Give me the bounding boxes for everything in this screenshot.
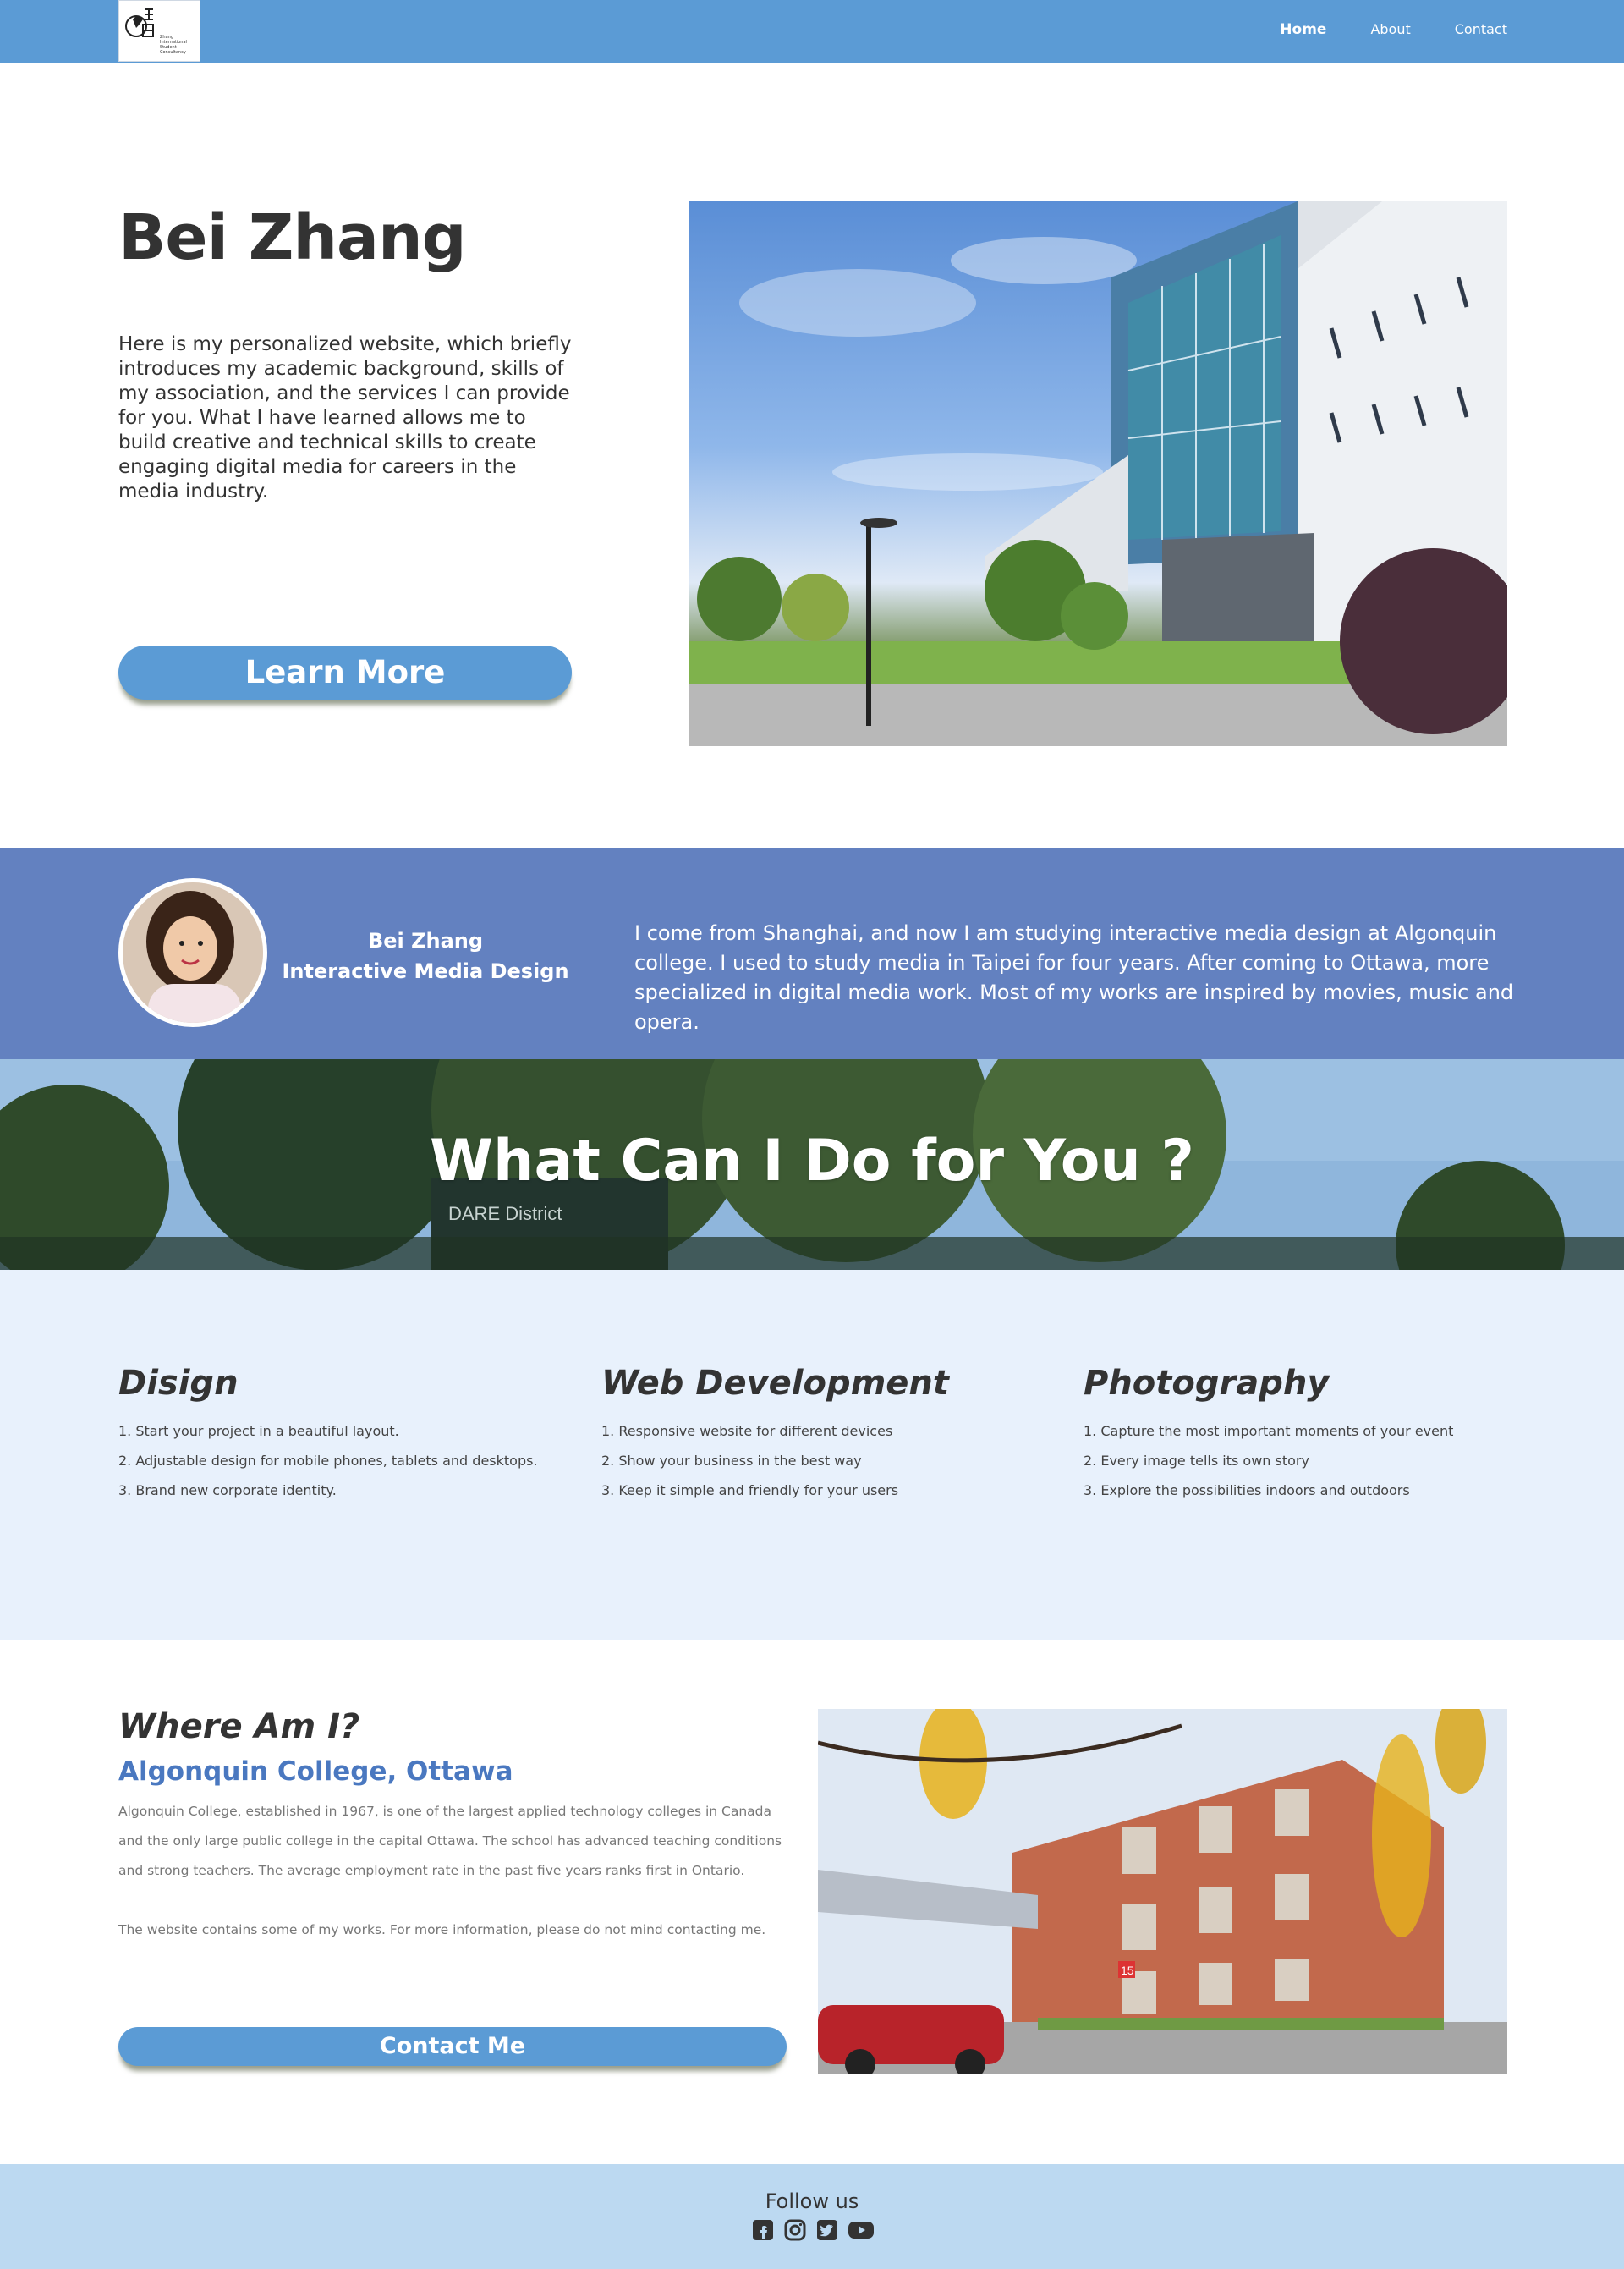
service-title: Web Development xyxy=(601,1364,950,1403)
college-campus-photo: 15 xyxy=(818,1709,1507,2074)
service-item: 2. Adjustable design for mobile phones, … xyxy=(118,1453,538,1469)
hero-college-photo xyxy=(689,201,1507,746)
profile-name: Bei Zhang xyxy=(367,929,484,953)
hero-description: Here is my personalized website, which b… xyxy=(118,333,572,503)
banner-title: What Can I Do for You ? xyxy=(430,1128,1194,1195)
service-item: 2. Show your business in the best way xyxy=(601,1453,862,1469)
logo-mark-icon xyxy=(125,8,154,37)
logo-text: Zhang International Student Consultancy xyxy=(160,35,187,55)
follow-us-label: Follow us xyxy=(765,2189,859,2213)
where-paragraph-2: The website contains some of my works. F… xyxy=(118,1922,766,1937)
site-logo[interactable]: Zhang International Student Consultancy xyxy=(118,0,200,62)
service-item: 3. Explore the possibilities indoors and… xyxy=(1084,1482,1410,1498)
where-description: Algonquin College, established in 1967, … xyxy=(118,1797,787,1945)
youtube-icon[interactable] xyxy=(848,2218,874,2242)
hero-title: Bei Zhang xyxy=(118,201,467,274)
service-design: Disign 1. Start your project in a beauti… xyxy=(118,1364,575,1505)
twitter-icon[interactable] xyxy=(815,2218,839,2242)
instagram-icon[interactable] xyxy=(783,2218,807,2242)
nav-contact-link[interactable]: Contact xyxy=(1455,21,1507,38)
building-number: 15 xyxy=(1121,1964,1134,1977)
where-paragraph-1: Algonquin College, established in 1967, … xyxy=(118,1804,782,1878)
profile-bio: I come from Shanghai, and now I am study… xyxy=(634,921,1514,1034)
service-item: 2. Every image tells its own story xyxy=(1084,1453,1309,1469)
service-item: 1. Capture the most important moments of… xyxy=(1084,1423,1454,1439)
nav-about-link[interactable]: About xyxy=(1370,21,1410,38)
service-title: Disign xyxy=(118,1364,239,1403)
service-item: 1. Responsive website for different devi… xyxy=(601,1423,893,1439)
footer xyxy=(0,2164,1624,2269)
nav-home-link[interactable]: Home xyxy=(1280,21,1326,38)
learn-more-button[interactable]: Learn More xyxy=(118,646,572,700)
service-item: 3. Keep it simple and friendly for your … xyxy=(601,1482,899,1498)
facebook-icon[interactable] xyxy=(751,2218,775,2242)
service-photography: Photography 1. Capture the most importan… xyxy=(1084,1364,1540,1505)
profile-avatar xyxy=(118,878,267,1027)
nav-links: Home About Contact xyxy=(1236,21,1507,38)
profile-name-block: Bei Zhang Interactive Media Design xyxy=(271,926,580,986)
service-item: 3. Brand new corporate identity. xyxy=(118,1482,337,1498)
service-item: 1. Start your project in a beautiful lay… xyxy=(118,1423,399,1439)
profile-program: Interactive Media Design xyxy=(282,959,569,983)
where-title: Where Am I? xyxy=(118,1707,360,1746)
service-title: Photography xyxy=(1084,1364,1330,1403)
banner-sign-text: DARE District xyxy=(448,1203,562,1224)
where-subtitle: Algonquin College, Ottawa xyxy=(118,1756,513,1787)
social-links xyxy=(751,2218,874,2242)
contact-me-button[interactable]: Contact Me xyxy=(118,2027,787,2066)
service-web-development: Web Development 1. Responsive website fo… xyxy=(601,1364,1058,1505)
top-navbar: Zhang International Student Consultancy Hom… xyxy=(0,0,1624,63)
